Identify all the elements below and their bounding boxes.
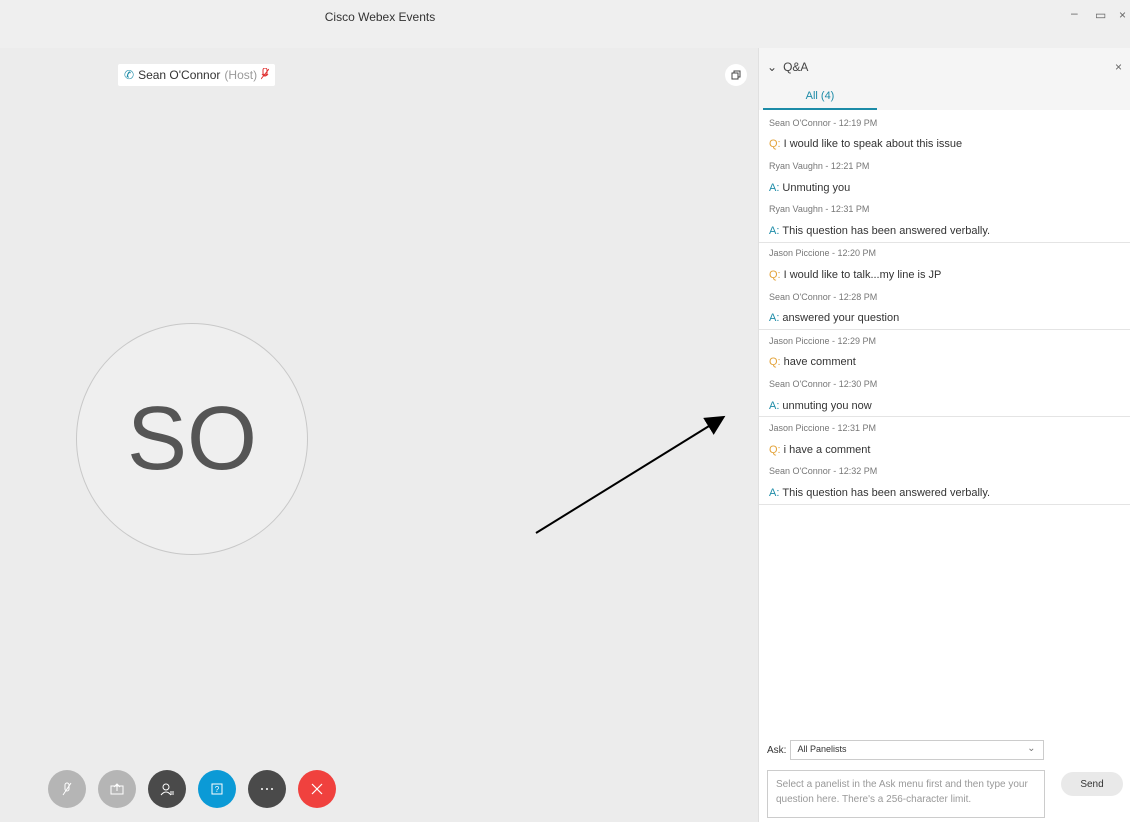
qa-panel: ⌄ Q&A × All (4) Sean O'Connor - 12:19 PM… xyxy=(758,48,1130,822)
ask-selected-value: All Panelists xyxy=(797,744,847,754)
qa-icon[interactable]: ? xyxy=(198,770,236,808)
qa-message-text: This question has been answered verbally… xyxy=(782,486,991,499)
ask-label: Ask: xyxy=(767,744,787,756)
close-window-button[interactable]: × xyxy=(1119,8,1126,22)
qa-author-time: Sean O'Connor - 12:30 PM xyxy=(759,373,1130,395)
qa-message-text: answered your question xyxy=(782,312,900,325)
qa-question: Q: I would like to talk...my line is JP xyxy=(759,264,1130,286)
question-prefix: Q: xyxy=(769,268,781,281)
question-prefix: Q: xyxy=(769,138,781,151)
answer-prefix: A: xyxy=(769,224,780,237)
question-prefix: Q: xyxy=(769,443,781,456)
video-stage: ✆ Sean O'Connor (Host) SO ? xyxy=(0,48,758,822)
send-button[interactable]: Send xyxy=(1061,772,1123,796)
qa-question: Q: have comment xyxy=(759,352,1130,374)
qa-meta-text: Ryan Vaughn - 12:21 PM xyxy=(769,160,870,171)
qa-meta-text: Sean O'Connor - 12:30 PM xyxy=(769,378,878,389)
ask-select[interactable]: All Panelists ⌄ xyxy=(790,740,1045,760)
title-bar: Cisco Webex Events – ▭ × xyxy=(0,0,1130,48)
qa-author-time: Ryan Vaughn - 12:21 PM xyxy=(759,155,1130,177)
qa-meta-text: Sean O'Connor - 12:32 PM xyxy=(769,466,878,477)
end-call-icon[interactable] xyxy=(298,770,336,808)
qa-message-text: i have a comment xyxy=(783,443,871,456)
qa-author-time: Sean O'Connor - 12:28 PM xyxy=(759,286,1130,308)
qa-title-text: Q&A xyxy=(783,60,809,74)
qa-author-time: Jason Piccione - 12:31 PM xyxy=(759,417,1130,439)
qa-list: Sean O'Connor - 12:19 PM Q: I would like t… xyxy=(759,110,1130,505)
qa-message-text: I would like to speak about this issue xyxy=(783,138,963,151)
qa-message-text: This question has been answered verbally… xyxy=(782,224,991,237)
qa-meta-text: Jason Piccione - 12:29 PM xyxy=(769,335,877,346)
more-icon[interactable] xyxy=(248,770,286,808)
share-icon[interactable] xyxy=(98,770,136,808)
chevron-down-icon: ⌄ xyxy=(767,60,778,74)
qa-panel-title[interactable]: ⌄ Q&A xyxy=(767,60,808,74)
ask-row: Ask: All Panelists ⌄ xyxy=(767,740,1045,760)
answer-prefix: A: xyxy=(769,399,780,412)
qa-meta-text: Ryan Vaughn - 12:31 PM xyxy=(769,204,870,215)
qa-author-time: Jason Piccione - 12:29 PM xyxy=(759,330,1130,352)
avatar: SO xyxy=(76,323,308,555)
question-prefix: Q: xyxy=(769,356,781,369)
qa-author-time: Ryan Vaughn - 12:31 PM xyxy=(759,198,1130,220)
qa-entry[interactable]: Jason Piccione - 12:31 PM Q: i have a comm… xyxy=(759,417,1130,505)
answer-prefix: A: xyxy=(769,181,780,194)
qa-answer: A: answered your question xyxy=(759,307,1130,329)
answer-prefix: A: xyxy=(769,312,780,325)
qa-question: Q: i have a comment xyxy=(759,439,1130,461)
presenter-role: (Host) xyxy=(224,68,258,82)
phone-icon: ✆ xyxy=(124,68,135,82)
mute-icon[interactable] xyxy=(48,770,86,808)
muted-mic-icon xyxy=(260,67,270,83)
qa-entry[interactable]: Jason Piccione - 12:29 PM Q: have comment S… xyxy=(759,330,1130,418)
restore-button[interactable]: ▭ xyxy=(1095,8,1106,22)
qa-message-text: I would like to talk...my line is JP xyxy=(783,268,942,281)
presenter-name: Sean O'Connor xyxy=(138,68,221,82)
qa-answer: A: This question has been answered verbal… xyxy=(759,220,1130,242)
qa-answer: A: This question has been answered verbal… xyxy=(759,482,1130,504)
qa-question: Q: I would like to speak about this issue xyxy=(759,134,1130,156)
meeting-controls: ? xyxy=(48,770,336,808)
question-input[interactable]: Select a panelist in the Ask menu first … xyxy=(767,770,1045,818)
chevron-down-icon: ⌄ xyxy=(1027,743,1036,754)
qa-author-time: Sean O'Connor - 12:32 PM xyxy=(759,461,1130,483)
tab-all[interactable]: All (4) xyxy=(763,84,877,110)
qa-entry[interactable]: Jason Piccione - 12:20 PM Q: I would like … xyxy=(759,243,1130,330)
minimize-button[interactable]: – xyxy=(1071,6,1078,20)
qa-message-text: unmuting you now xyxy=(782,399,872,412)
qa-answer: A: Unmuting you xyxy=(759,177,1130,199)
presenter-name-tag: ✆ Sean O'Connor (Host) xyxy=(118,64,276,86)
qa-meta-text: Jason Piccione - 12:20 PM xyxy=(769,248,877,259)
popout-icon[interactable] xyxy=(725,64,747,86)
qa-message-text: have comment xyxy=(783,356,856,369)
qa-entry[interactable]: Sean O'Connor - 12:19 PM Q: I would like t… xyxy=(759,112,1130,243)
svg-text:?: ? xyxy=(215,785,220,794)
qa-author-time: Sean O'Connor - 12:19 PM xyxy=(759,112,1130,134)
qa-message-text: Unmuting you xyxy=(782,181,851,194)
answer-prefix: A: xyxy=(769,486,780,499)
qa-author-time: Jason Piccione - 12:20 PM xyxy=(759,243,1130,265)
window-title: Cisco Webex Events xyxy=(324,10,436,24)
qa-meta-text: Sean O'Connor - 12:19 PM xyxy=(769,117,878,128)
qa-panel-header: ⌄ Q&A × All (4) xyxy=(759,48,1130,110)
participants-icon[interactable] xyxy=(148,770,186,808)
qa-meta-text: Sean O'Connor - 12:28 PM xyxy=(769,291,878,302)
qa-answer: A: unmuting you now xyxy=(759,395,1130,417)
close-icon[interactable]: × xyxy=(1115,60,1122,74)
qa-meta-text: Jason Piccione - 12:31 PM xyxy=(769,423,877,434)
